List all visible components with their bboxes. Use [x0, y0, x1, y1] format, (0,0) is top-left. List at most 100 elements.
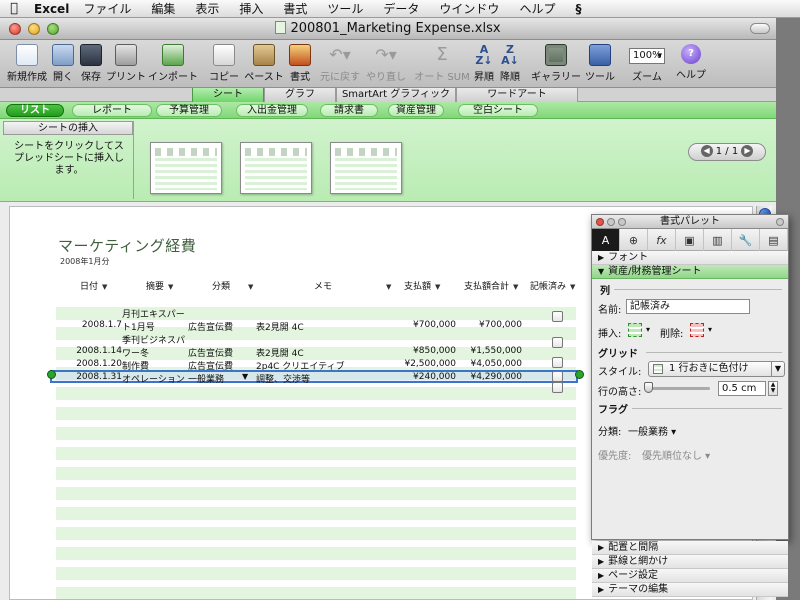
project-gallery-tab-icon[interactable]: ▤: [760, 229, 788, 251]
toolbox-button[interactable]: ツール: [585, 44, 615, 83]
classification-select[interactable]: 一般業務 ▾: [628, 423, 676, 438]
menu-window[interactable]: ウインドウ: [439, 0, 499, 17]
cell-memo[interactable]: 調整、交渉等: [256, 372, 310, 385]
recorded-checkbox[interactable]: [552, 371, 563, 382]
row-height-field[interactable]: 0.5 cm: [718, 381, 766, 396]
sheet-template-thumb[interactable]: [150, 142, 222, 194]
cell-category[interactable]: 一般業務: [188, 372, 224, 385]
zoom-select[interactable]: 100%: [629, 48, 665, 64]
print-button[interactable]: プリント: [106, 44, 146, 83]
filter-arrow-icon[interactable]: ▼: [570, 283, 575, 291]
menu-format[interactable]: 書式: [283, 0, 307, 17]
insert-dropdown-icon[interactable]: ▾: [646, 325, 650, 334]
apple-menu-icon[interactable]: : [0, 1, 28, 16]
cell-description[interactable]: 月刊エキスパー: [122, 307, 185, 320]
column-header-description[interactable]: 摘要 ▼: [146, 281, 173, 293]
tab-wordart[interactable]: ワードアート: [456, 88, 578, 102]
column-header-recorded[interactable]: 記帳済み ▼: [530, 281, 575, 293]
cell-memo[interactable]: 表2見開 4C: [256, 346, 304, 359]
script-menu-icon[interactable]: §: [575, 2, 581, 16]
row-height-slider[interactable]: [644, 382, 653, 393]
next-page-icon[interactable]: ▶: [741, 145, 754, 157]
filter-arrow-icon[interactable]: ▼: [248, 283, 253, 291]
section-borders[interactable]: ▶ 罫線と網かけ: [592, 555, 788, 569]
gallery-button[interactable]: ギャラリー: [530, 44, 582, 83]
sheet-template-thumb[interactable]: [240, 142, 312, 194]
menu-view[interactable]: 表示: [195, 0, 219, 17]
reference-tools-tab-icon[interactable]: ▥: [704, 229, 732, 251]
gallery-category-assets[interactable]: 資産管理: [388, 104, 444, 117]
sort-descending-button[interactable]: Z A↓ 降順: [498, 44, 522, 83]
column-header-memo[interactable]: メモ ▼: [314, 281, 391, 293]
row-resize-handle-right[interactable]: [575, 370, 584, 379]
cell-description[interactable]: ワー冬: [122, 346, 149, 359]
cell-date[interactable]: 2008.1.20: [56, 359, 122, 369]
redo-button[interactable]: ↷▾ やり直し: [364, 44, 408, 83]
recorded-checkbox[interactable]: [552, 357, 563, 368]
cell-amount[interactable]: ¥240,000: [376, 372, 456, 382]
cell-description[interactable]: ト1月号: [122, 320, 155, 333]
cell-amount[interactable]: ¥700,000: [376, 320, 456, 330]
category-dropdown-icon[interactable]: ▼: [242, 372, 248, 381]
cell-date[interactable]: 2008.1.7: [56, 320, 122, 330]
help-button[interactable]: ? ヘルプ: [676, 44, 706, 81]
section-font[interactable]: ▶ フォント: [592, 251, 788, 265]
filter-arrow-icon[interactable]: ▼: [435, 283, 440, 291]
tab-charts[interactable]: グラフ: [264, 88, 336, 102]
autosum-button[interactable]: Σ オート SUM: [414, 44, 470, 83]
cell-memo[interactable]: 表2見開 4C: [256, 320, 304, 333]
format-painter-button[interactable]: 書式: [288, 44, 312, 83]
filter-arrow-icon[interactable]: ▼: [386, 283, 391, 291]
filter-arrow-icon[interactable]: ▼: [102, 283, 107, 291]
menu-insert[interactable]: 挿入: [239, 0, 263, 17]
gallery-category-blank[interactable]: 空白シート: [458, 104, 538, 117]
menu-file[interactable]: ファイル: [83, 0, 131, 17]
palette-collapse-button[interactable]: [776, 218, 784, 226]
delete-dropdown-icon[interactable]: ▾: [708, 325, 712, 334]
cell-amount[interactable]: ¥850,000: [376, 346, 456, 356]
cell-amount[interactable]: ¥2,500,000: [376, 359, 456, 369]
cell-description[interactable]: 季刊ビジネスパ: [122, 333, 185, 346]
section-alignment[interactable]: ▶ 配置と間隔: [592, 541, 788, 555]
recorded-checkbox[interactable]: [552, 382, 563, 393]
column-name-field[interactable]: 記帳済み: [626, 299, 750, 314]
toolbar-toggle-button[interactable]: [750, 23, 770, 34]
menu-data[interactable]: データ: [383, 0, 419, 17]
cell-category[interactable]: 広告宣伝費: [188, 320, 233, 333]
save-button[interactable]: 保存: [78, 44, 104, 83]
gallery-category-invoice[interactable]: 請求書: [320, 104, 378, 117]
app-menu[interactable]: Excel: [34, 2, 69, 16]
undo-button[interactable]: ↶▾ 元に戻す: [320, 44, 360, 83]
gallery-category-list[interactable]: リスト: [6, 104, 64, 117]
menu-tools[interactable]: ツール: [327, 0, 363, 17]
gallery-category-report[interactable]: レポート: [72, 104, 152, 117]
new-button[interactable]: 新規作成: [6, 44, 48, 83]
section-theme[interactable]: ▶ テーマの編集: [592, 583, 788, 597]
cell-running-total[interactable]: ¥700,000: [456, 320, 522, 330]
gallery-category-cashflow[interactable]: 入出金管理: [236, 104, 308, 117]
filter-arrow-icon[interactable]: ▼: [168, 283, 173, 291]
priority-select[interactable]: 優先順位なし ▾: [642, 447, 710, 462]
scrapbook-tab-icon[interactable]: ▣: [676, 229, 704, 251]
formatting-tab-icon[interactable]: A: [592, 229, 620, 251]
zoom-control[interactable]: 100%ズーム: [622, 44, 672, 83]
recorded-checkbox[interactable]: [552, 337, 563, 348]
section-finance-sheet[interactable]: ▼ 資産/財務管理シート: [592, 265, 788, 279]
menu-help[interactable]: ヘルプ: [519, 0, 555, 17]
gallery-category-budget[interactable]: 予算管理: [156, 104, 222, 117]
cell-date[interactable]: 2008.1.31: [56, 372, 122, 382]
open-button[interactable]: 開く: [50, 44, 76, 83]
cell-category[interactable]: 広告宣伝費: [188, 346, 233, 359]
sort-ascending-button[interactable]: A Z↓ 昇順: [472, 44, 496, 83]
filter-arrow-icon[interactable]: ▼: [513, 283, 518, 291]
cell-running-total[interactable]: ¥1,550,000: [456, 346, 522, 356]
tab-sheets[interactable]: シート: [192, 88, 264, 102]
object-palette-tab-icon[interactable]: ⊕: [620, 229, 648, 251]
formula-builder-tab-icon[interactable]: fx: [648, 229, 676, 251]
row-height-slider-track[interactable]: [646, 387, 710, 390]
column-header-category[interactable]: 分類 ▼: [212, 281, 253, 293]
palette-close-button[interactable]: [596, 218, 604, 226]
palette-zoom-button[interactable]: [618, 218, 626, 226]
cell-running-total[interactable]: ¥4,290,000: [456, 372, 522, 382]
section-page-setup[interactable]: ▶ ページ設定: [592, 569, 788, 583]
